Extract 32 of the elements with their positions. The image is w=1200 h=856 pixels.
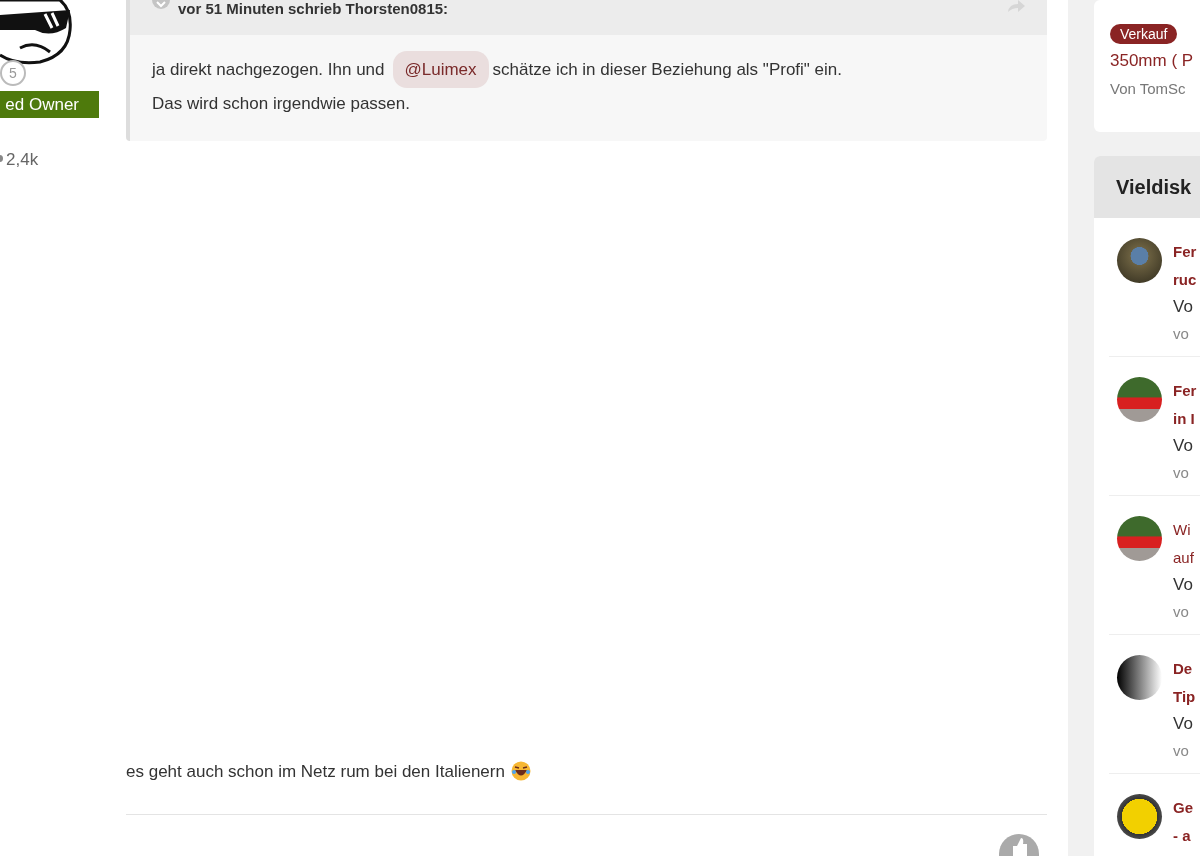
logo-avatar[interactable] — [1117, 655, 1162, 700]
thread-author: Vo — [1173, 713, 1194, 735]
avatar-photo[interactable] — [1117, 516, 1162, 561]
quote-text: Das wird schon irgendwie passen. — [152, 93, 411, 115]
thread-author: Vo — [1173, 296, 1194, 318]
thread-time: vo — [1173, 741, 1190, 761]
thread-author: Vo — [1173, 435, 1194, 457]
thread-author: Vo — [1173, 574, 1194, 596]
quote-text: schätze ich in dieser Beziehung als "Profi" ein. — [492, 59, 842, 81]
thread-time: vo — [1173, 463, 1190, 483]
thread-title[interactable]: Wi auf — [1173, 516, 1194, 572]
thread-title[interactable]: Fer ruc — [1173, 238, 1197, 294]
reputation-count: 2,4k — [6, 149, 39, 171]
rank-badge: 5 — [0, 60, 26, 86]
avatar-photo[interactable] — [1117, 377, 1162, 422]
thread-byline: Von TomSc — [1110, 79, 1187, 99]
thread-time: vo — [1173, 324, 1190, 344]
thread-time: vo — [1173, 602, 1190, 622]
quote-text: ja direkt nachgezogen. Ihn und — [152, 59, 385, 81]
laughing-emoji-icon — [510, 761, 531, 782]
avatar-photo[interactable] — [1117, 794, 1162, 839]
post-text: es geht auch schon im Netz rum bei den Italienern — [126, 760, 505, 783]
quote-header: vor 51 Minuten schrieb Thorsten0815: — [178, 0, 449, 17]
thread-title[interactable]: Fer in I — [1173, 377, 1197, 433]
avatar-photo[interactable] — [1117, 238, 1162, 283]
thread-title[interactable]: Ge - a — [1173, 794, 1193, 850]
prefix-tag[interactable]: Verkauf — [1110, 24, 1178, 44]
group-label: ed Owner — [0, 91, 99, 118]
widget-title: Vieldisk — [1094, 156, 1200, 218]
thread-title[interactable]: De Tip — [1173, 655, 1196, 711]
thread-title[interactable]: 350mm ( P — [1110, 48, 1200, 74]
user-mention[interactable]: @Luimex — [392, 51, 489, 88]
